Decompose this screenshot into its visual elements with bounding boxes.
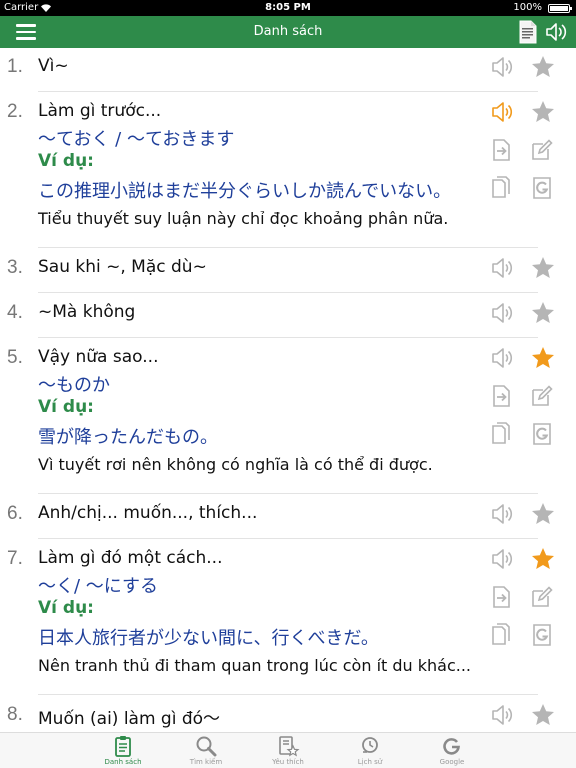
example-japanese: 日本人旅行者が少ない間に、行くべきだ。 <box>38 628 379 649</box>
example-label: Ví dụ: <box>38 598 94 618</box>
item-number: 8. <box>7 704 23 725</box>
star-icon[interactable] <box>530 702 556 728</box>
item-number: 4. <box>7 302 23 323</box>
grammar-meaning: Anh/chị... muốn..., thích... <box>38 503 258 523</box>
example-translation: Tiểu thuyết suy luận này chỉ đọc khoảng … <box>38 209 449 228</box>
copy-icon[interactable] <box>488 421 514 447</box>
grammar-pattern: 〜く/ 〜にする <box>38 576 158 597</box>
divider <box>38 493 538 494</box>
document-icon[interactable] <box>518 20 538 44</box>
star-icon[interactable] <box>530 255 556 281</box>
speaker-settings-icon[interactable] <box>544 21 568 43</box>
speaker-icon[interactable] <box>489 99 515 125</box>
star-icon[interactable] <box>530 345 556 371</box>
example-japanese: この推理小説はまだ半分ぐらいしか読んでいない。 <box>38 181 452 202</box>
google-icon[interactable] <box>529 421 555 447</box>
google-icon[interactable] <box>529 175 555 201</box>
star-icon[interactable] <box>530 300 556 326</box>
item-number: 6. <box>7 503 23 524</box>
star-icon[interactable] <box>530 99 556 125</box>
item-number: 3. <box>7 257 23 278</box>
grammar-meaning: Muốn (ai) làm gì đó〜 <box>38 709 221 729</box>
google-icon[interactable] <box>529 622 555 648</box>
grammar-pattern: 〜ものか <box>38 375 110 396</box>
example-translation: Nên tranh thủ đi tham quan trong lúc còn… <box>38 656 472 675</box>
grammar-meaning: Làm gì đó một cách... <box>38 548 223 568</box>
speaker-icon[interactable] <box>489 54 515 80</box>
battery-percent: 100% <box>513 2 542 13</box>
tab-label: Danh sách <box>104 758 142 766</box>
divider <box>38 91 538 92</box>
google-icon <box>440 735 464 757</box>
example-japanese: 雪が降ったんだもの。 <box>38 427 218 448</box>
tab-history[interactable]: Lịch sử <box>330 733 410 768</box>
star-icon[interactable] <box>530 501 556 527</box>
tab-search[interactable]: Tìm kiếm <box>166 733 246 768</box>
grammar-meaning: Làm gì trước... <box>38 101 162 121</box>
example-translation: Vì tuyết rơi nên không có nghĩa là có th… <box>38 455 433 474</box>
tab-label: Yêu thích <box>272 758 304 766</box>
grammar-pattern: 〜ておく / 〜ておきます <box>38 129 235 150</box>
star-icon[interactable] <box>530 546 556 572</box>
edit-icon[interactable] <box>529 584 555 610</box>
clipboard-icon <box>111 735 135 757</box>
item-number: 1. <box>7 56 23 77</box>
grammar-meaning: Vậy nữa sao... <box>38 347 159 367</box>
tab-google[interactable]: Google <box>412 733 492 768</box>
tab-label: Lịch sử <box>357 758 383 766</box>
tab-label: Google <box>439 758 465 766</box>
grammar-meaning: Sau khi ~, Mặc dù~ <box>38 257 207 277</box>
example-label: Ví dụ: <box>38 151 94 171</box>
star-icon[interactable] <box>530 54 556 80</box>
item-number: 5. <box>7 347 23 368</box>
speaker-icon[interactable] <box>489 546 515 572</box>
battery-icon <box>548 4 572 13</box>
copy-icon[interactable] <box>488 175 514 201</box>
share-icon[interactable] <box>488 584 514 610</box>
share-icon[interactable] <box>488 137 514 163</box>
tab-clipboard[interactable]: Danh sách <box>83 733 163 768</box>
speaker-icon[interactable] <box>489 702 515 728</box>
favorite-icon <box>276 735 300 757</box>
search-icon <box>194 735 218 757</box>
speaker-icon[interactable] <box>489 255 515 281</box>
divider <box>38 538 538 539</box>
item-number: 7. <box>7 548 23 569</box>
item-number: 2. <box>7 101 23 122</box>
status-bar: Carrier 8:05 PM 100% <box>0 0 576 16</box>
divider <box>38 337 538 338</box>
divider <box>38 292 538 293</box>
grammar-meaning: ~Mà không <box>38 302 136 322</box>
share-icon[interactable] <box>488 383 514 409</box>
page-title: Danh sách <box>253 24 323 39</box>
speaker-icon[interactable] <box>489 345 515 371</box>
clock: 8:05 PM <box>265 2 311 13</box>
tab-favorite[interactable]: Yêu thích <box>248 733 328 768</box>
grammar-meaning: Vì~ <box>38 56 69 76</box>
edit-icon[interactable] <box>529 137 555 163</box>
nav-bar: Danh sách <box>0 16 576 48</box>
speaker-icon[interactable] <box>489 501 515 527</box>
speaker-icon[interactable] <box>489 300 515 326</box>
tab-bar: Danh sách Tìm kiếm Yêu thích Lịch sử Google <box>0 732 576 768</box>
tab-label: Tìm kiếm <box>189 758 223 766</box>
grammar-list[interactable]: 1. Vì~ 2. Làm gì trước... 〜ておく / 〜ておきます Ví dụ… <box>0 48 576 732</box>
divider <box>38 694 538 695</box>
copy-icon[interactable] <box>488 622 514 648</box>
example-label: Ví dụ: <box>38 397 94 417</box>
history-icon <box>358 735 382 757</box>
divider <box>38 247 538 248</box>
edit-icon[interactable] <box>529 383 555 409</box>
